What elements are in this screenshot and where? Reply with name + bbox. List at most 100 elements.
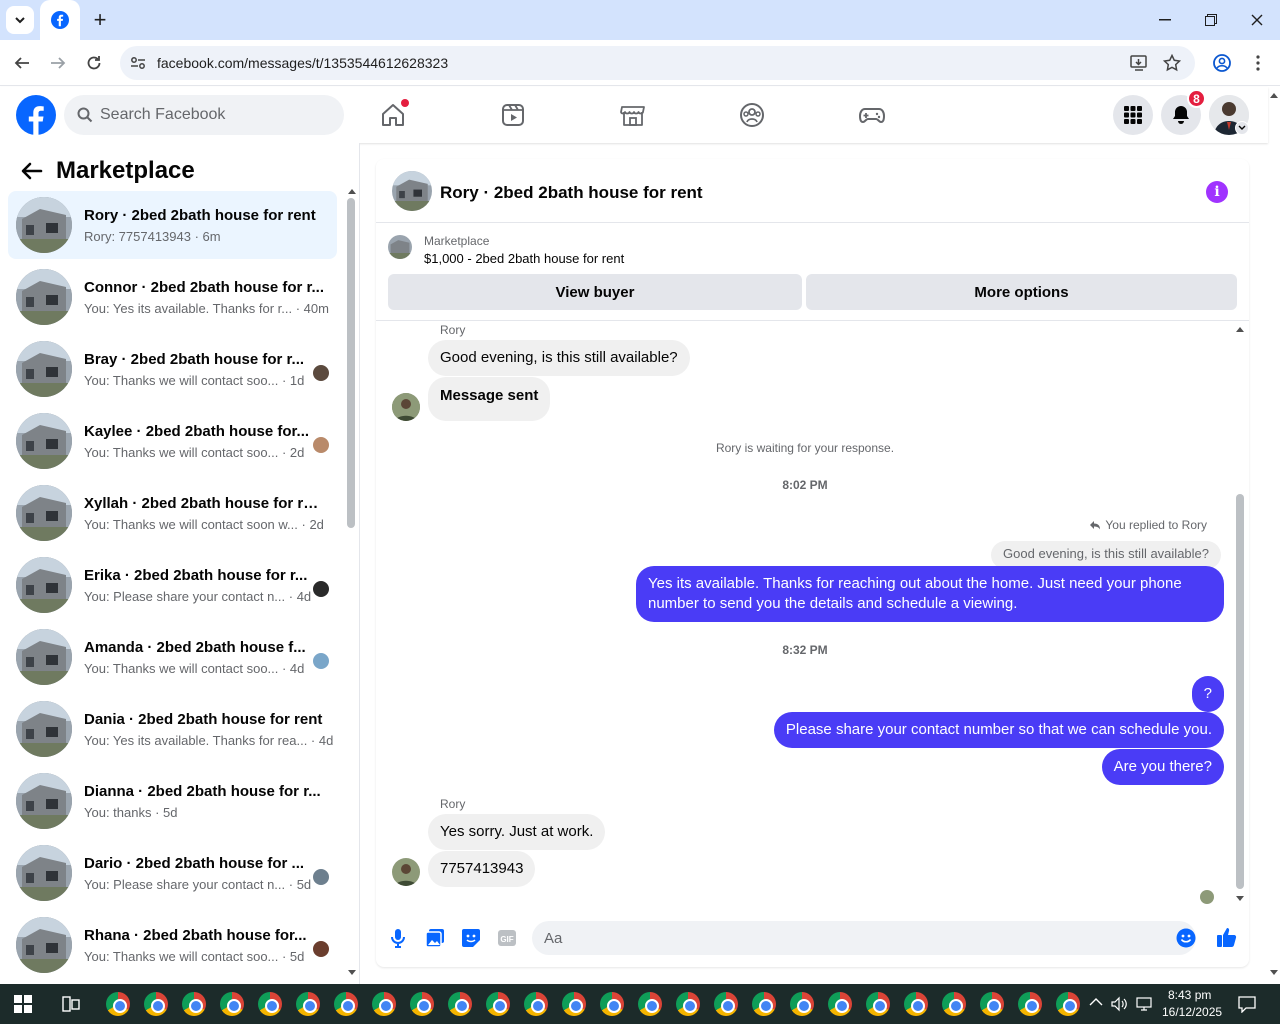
back-button[interactable] [8,49,36,77]
chrome-taskbar-icon[interactable] [790,992,814,1016]
tab-search-button[interactable] [6,6,34,34]
page-scroll-down-icon[interactable] [1268,968,1280,978]
conversation-item[interactable]: Dania · 2bed 2bath house for rent You: Ye… [8,695,337,763]
browser-menu-button[interactable] [1244,49,1272,77]
nav-video[interactable] [497,99,529,131]
menu-button[interactable] [1113,95,1153,135]
browser-tab[interactable] [40,0,80,40]
incoming-message[interactable]: Good evening, is this still available? [428,340,690,376]
chrome-taskbar-icon[interactable] [410,992,434,1016]
profile-button[interactable] [1208,49,1236,77]
back-arrow-icon[interactable] [20,159,44,183]
chrome-taskbar-icon[interactable] [296,992,320,1016]
scroll-up-icon[interactable] [1235,325,1245,333]
incoming-message[interactable]: Yes sorry. Just at work. [428,814,606,850]
chrome-taskbar-icon[interactable] [828,992,852,1016]
minimize-button[interactable] [1150,8,1180,32]
listing-title[interactable]: $1,000 - 2bed 2bath house for rent [424,251,624,266]
forward-button[interactable] [44,49,72,77]
reload-button[interactable] [80,49,108,77]
chrome-taskbar-icon[interactable] [144,992,168,1016]
chrome-taskbar-icon[interactable] [1056,992,1080,1016]
chrome-taskbar-icon[interactable] [334,992,358,1016]
sticker-icon[interactable] [461,928,481,948]
conversation-item[interactable]: Erika · 2bed 2bath house for r... You: Pl… [8,551,337,619]
clock-date[interactable]: 16/12/2025 [1162,1005,1222,1019]
chrome-taskbar-icon[interactable] [866,992,890,1016]
search-facebook-input[interactable]: Search Facebook [64,95,344,135]
chrome-taskbar-icon[interactable] [676,992,700,1016]
sender-avatar[interactable] [392,858,420,886]
chrome-taskbar-icon[interactable] [714,992,738,1016]
scroll-down-icon[interactable] [347,969,357,977]
quoted-message[interactable]: Good evening, is this still available? [991,541,1221,569]
conversation-item[interactable]: Amanda · 2bed 2bath house f... You: Thank… [8,623,337,691]
conversation-item[interactable]: Rhana · 2bed 2bath house for... You: Than… [8,911,337,979]
nav-marketplace[interactable] [617,99,649,131]
incoming-message[interactable]: Message sent [428,377,551,421]
new-tab-button[interactable]: + [88,7,112,32]
conversation-item[interactable]: Connor · 2bed 2bath house for r... You: Y… [8,263,337,331]
outgoing-message[interactable]: Please share your contact number so that… [773,712,1224,748]
account-menu-chevron[interactable] [1235,121,1249,135]
gif-icon[interactable]: GIF [497,929,517,947]
outgoing-message[interactable]: Are you there? [1101,749,1224,785]
windows-start-icon[interactable] [14,995,32,1013]
chat-avatar[interactable] [392,171,432,211]
sidebar-scrollbar[interactable] [347,198,355,528]
task-view-icon[interactable] [62,996,80,1012]
close-window-button[interactable] [1242,8,1272,32]
conversation-item[interactable]: Bray · 2bed 2bath house for r... You: Tha… [8,335,337,403]
emoji-icon[interactable] [1176,928,1196,948]
scroll-down-icon[interactable] [1235,895,1245,903]
chrome-taskbar-icon[interactable] [486,992,510,1016]
chrome-taskbar-icon[interactable] [220,992,244,1016]
microphone-icon[interactable] [390,928,406,948]
conversation-item[interactable]: Dianna · 2bed 2bath house for r... You: t… [8,767,337,835]
chrome-taskbar-icon[interactable] [904,992,928,1016]
install-app-icon[interactable] [1130,54,1148,72]
message-input[interactable]: Aa [532,921,1196,955]
chrome-taskbar-icon[interactable] [752,992,776,1016]
chrome-taskbar-icon[interactable] [448,992,472,1016]
scroll-up-icon[interactable] [347,187,357,195]
outgoing-message[interactable]: ? [1191,676,1224,712]
conversation-item[interactable]: Rory · 2bed 2bath house for rent Rory: 77… [8,191,337,259]
conversation-item[interactable]: Kaylee · 2bed 2bath house for... You: Tha… [8,407,337,475]
page-scroll-up-icon[interactable] [1268,90,1280,100]
nav-groups[interactable] [736,99,768,131]
network-icon[interactable] [1136,996,1154,1012]
url-text[interactable]: facebook.com/messages/t/1353544612628323 [157,55,448,71]
bookmark-star-icon[interactable] [1163,54,1181,72]
chrome-taskbar-icon[interactable] [600,992,624,1016]
chrome-taskbar-icon[interactable] [942,992,966,1016]
facebook-logo-icon[interactable] [16,95,56,135]
listing-thumbnail[interactable] [388,235,412,259]
sender-avatar[interactable] [392,393,420,421]
chrome-taskbar-icon[interactable] [1018,992,1042,1016]
site-settings-icon[interactable] [130,55,146,71]
chrome-taskbar-icon[interactable] [562,992,586,1016]
nav-gaming[interactable] [856,99,888,131]
conversation-item[interactable]: Xyllah · 2bed 2bath house for rent You: T… [8,479,337,547]
like-thumbs-up-icon[interactable] [1216,926,1238,948]
more-options-button[interactable]: More options [806,274,1237,310]
show-hidden-icons-icon[interactable] [1089,997,1103,1007]
chrome-taskbar-icon[interactable] [372,992,396,1016]
chrome-taskbar-icon[interactable] [258,992,282,1016]
chrome-taskbar-icon[interactable] [524,992,548,1016]
outgoing-message[interactable]: Yes its available. Thanks for reaching o… [636,566,1224,622]
chrome-taskbar-icon[interactable] [106,992,130,1016]
incoming-message[interactable]: 7757413943 [428,851,536,887]
conversation-info-button[interactable]: i [1206,181,1228,203]
volume-icon[interactable] [1111,996,1127,1012]
restore-button[interactable] [1196,8,1226,32]
chrome-taskbar-icon[interactable] [638,992,662,1016]
photo-icon[interactable] [425,928,445,948]
view-buyer-button[interactable]: View buyer [388,274,802,310]
conversation-item[interactable]: Dario · 2bed 2bath house for ... You: Ple… [8,839,337,907]
notification-center-icon[interactable] [1238,995,1256,1013]
chrome-taskbar-icon[interactable] [182,992,206,1016]
chrome-taskbar-icon[interactable] [980,992,1004,1016]
nav-home[interactable] [377,99,409,131]
